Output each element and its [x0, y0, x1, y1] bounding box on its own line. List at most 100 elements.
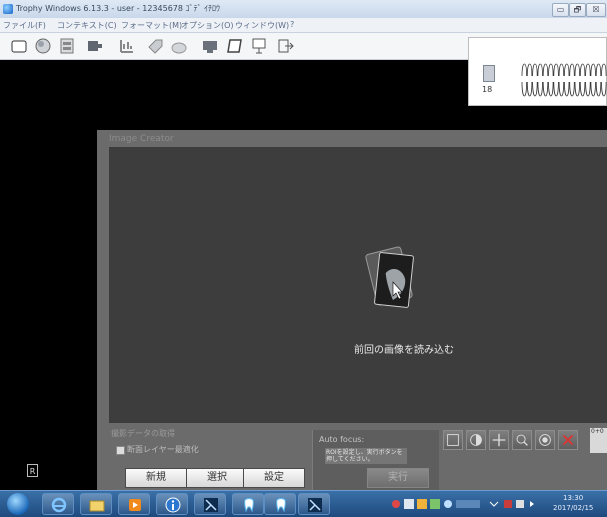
autofocus-label: Auto focus:	[319, 435, 365, 444]
tooth-app-icon	[244, 498, 254, 513]
taskbar-info[interactable]	[156, 493, 188, 515]
lower-tooth	[548, 81, 554, 97]
app-icon	[3, 4, 13, 14]
upper-tooth	[590, 63, 596, 77]
upper-tooth	[569, 63, 575, 77]
menu-window[interactable]: ウィンドウ(W)	[235, 20, 289, 31]
dentition-chart	[521, 63, 607, 97]
lower-tooth	[590, 81, 596, 97]
upper-tooth	[574, 63, 580, 77]
settings-button[interactable]: 設定	[243, 468, 305, 488]
load-previous-image-icon[interactable]	[365, 244, 417, 320]
ie-icon	[51, 497, 67, 513]
upper-tooth	[521, 63, 527, 77]
lower-tooth	[542, 81, 549, 97]
lower-tooth	[579, 81, 586, 97]
xray-icon	[204, 498, 218, 512]
upper-tooth	[548, 63, 554, 77]
acquisition-label: 撮影データの取得	[111, 429, 175, 438]
menu-help[interactable]: ?	[290, 20, 294, 29]
disk-icon[interactable]	[170, 37, 188, 55]
taskbar-ie[interactable]	[42, 493, 74, 515]
tooth-selector-icon[interactable]	[483, 65, 495, 82]
scanner-icon[interactable]	[201, 37, 219, 55]
load-previous-label[interactable]: 前回の画像を読み込む	[309, 341, 499, 356]
upper-tooth	[537, 63, 543, 77]
image-icon[interactable]	[34, 37, 52, 55]
panel-icon[interactable]	[250, 37, 268, 55]
window-title: Trophy Windows 6.13.3 - user - 12345678 …	[16, 4, 221, 13]
upper-tooth	[542, 63, 549, 77]
lower-tooth	[569, 81, 575, 97]
merge-layer-checkbox[interactable]	[116, 446, 125, 455]
lower-tooth	[595, 81, 602, 97]
media-icon	[129, 499, 141, 511]
taskbar-tooth-app[interactable]	[232, 493, 264, 515]
taskbar-xray[interactable]	[194, 493, 226, 515]
exit-icon[interactable]	[277, 37, 295, 55]
lower-tooth	[532, 81, 538, 97]
record-icon[interactable]	[535, 430, 555, 450]
title-bar: Trophy Windows 6.13.3 - user - 12345678 …	[0, 0, 607, 19]
upper-tooth	[601, 63, 607, 77]
device-icon[interactable]	[86, 37, 104, 55]
zoom-icon[interactable]	[512, 430, 532, 450]
lower-tooth	[558, 81, 565, 97]
clock-time[interactable]: 13:30	[563, 494, 583, 502]
taskbar: 13:30 2017/02/15	[0, 490, 607, 517]
run-button[interactable]: 実行	[367, 468, 429, 488]
screen-icon[interactable]	[226, 37, 244, 55]
xray2-icon	[308, 498, 322, 512]
autofocus-panel: Auto focus: ROIを設定し、実行ボタンを押してください。 実行	[312, 430, 439, 490]
image-canvas[interactable]: 前回の画像を読み込む	[109, 147, 607, 423]
upper-tooth	[564, 63, 570, 77]
explorer-icon	[89, 500, 105, 512]
upper-tooth	[558, 63, 565, 77]
new-icon[interactable]	[10, 37, 28, 55]
minimize-button[interactable]: ▭	[552, 3, 569, 17]
upper-tooth	[585, 63, 591, 77]
chart-icon[interactable]	[118, 37, 136, 55]
menu-context[interactable]: コンテキスト(C)	[57, 20, 117, 31]
tooth-chart-preview[interactable]: 18	[468, 37, 607, 106]
upper-tooth	[526, 63, 533, 77]
image-creator-window: Image Creator 前回の画像を読み込む 撮影データの取得 断面レイヤー…	[97, 130, 607, 490]
r-marker: R	[27, 464, 38, 477]
tag-icon[interactable]	[147, 37, 165, 55]
contrast-icon[interactable]	[466, 430, 486, 450]
taskbar-media[interactable]	[118, 493, 150, 515]
lower-tooth	[601, 81, 607, 97]
system-tray-icons[interactable]	[390, 497, 550, 511]
upper-tooth	[579, 63, 586, 77]
lower-tooth	[526, 81, 533, 97]
upper-tooth	[553, 63, 559, 77]
clock-date[interactable]: 2017/02/15	[553, 504, 593, 512]
menu-bar: ファイル(F) コンテキスト(C) フォーマット(M) オプション(O) ウィン…	[0, 18, 607, 33]
select-button[interactable]: 選択	[186, 468, 248, 488]
crosshair-icon[interactable]	[489, 430, 509, 450]
tool-panel-edge: 0+0	[590, 428, 607, 453]
film-icon[interactable]	[58, 37, 76, 55]
rect-select-icon[interactable]	[443, 430, 463, 450]
close-icon[interactable]	[558, 430, 578, 450]
upper-tooth	[595, 63, 602, 77]
start-button[interactable]	[7, 493, 29, 515]
autofocus-description: ROIを設定し、実行ボタンを押してください。	[325, 448, 407, 464]
lower-tooth	[574, 81, 580, 97]
tooth-number: 18	[482, 85, 493, 94]
upper-tooth	[532, 63, 538, 77]
menu-options[interactable]: オプション(O)	[181, 20, 234, 31]
menu-format[interactable]: フォーマット(M)	[121, 20, 182, 31]
lower-tooth	[553, 81, 559, 97]
close-button[interactable]: ☒	[586, 3, 606, 17]
maximize-button[interactable]: 🗗	[569, 3, 586, 17]
taskbar-explorer[interactable]	[80, 493, 112, 515]
lower-tooth	[521, 81, 527, 97]
menu-file[interactable]: ファイル(F)	[3, 20, 46, 31]
taskbar-tooth-app-2[interactable]	[264, 493, 296, 515]
taskbar-xray-2[interactable]	[298, 493, 330, 515]
image-creator-title: Image Creator	[109, 134, 174, 144]
new-button[interactable]: 新規	[125, 468, 187, 488]
merge-layer-label: 断面レイヤー最適化	[127, 445, 199, 454]
info-icon	[165, 497, 181, 513]
